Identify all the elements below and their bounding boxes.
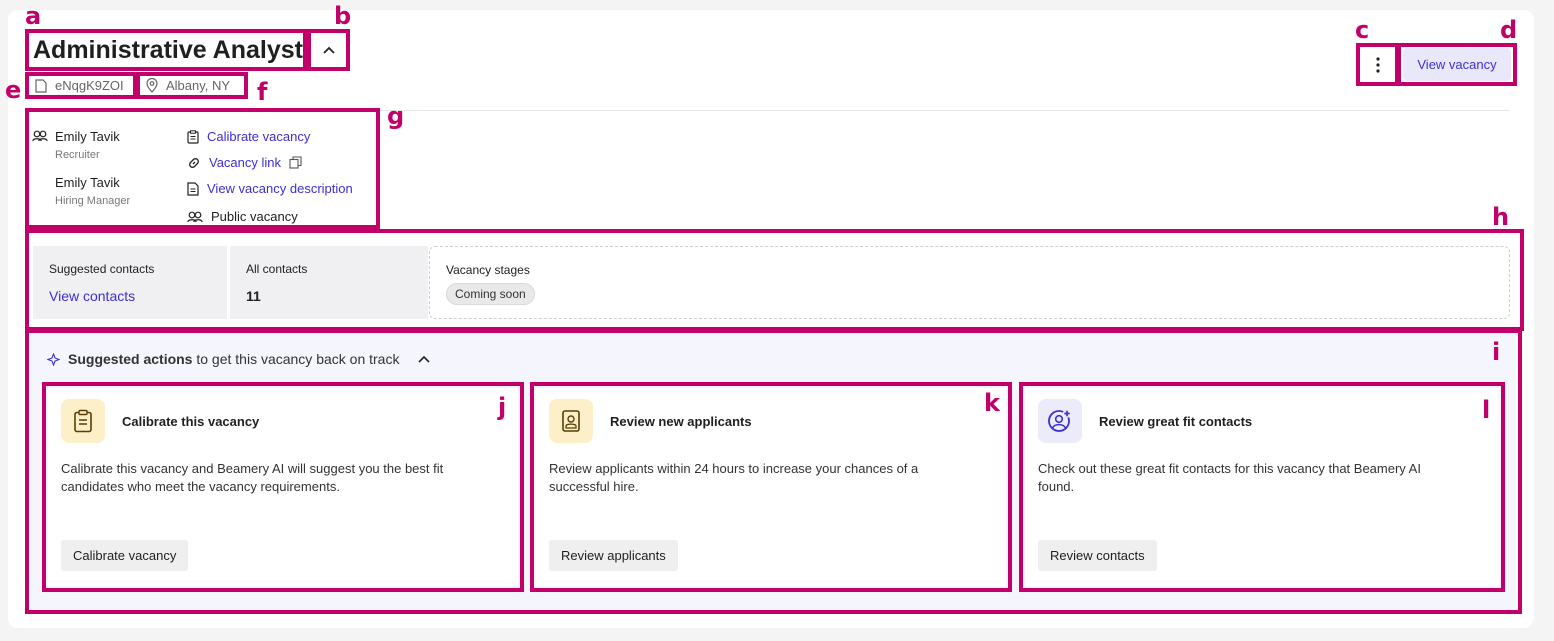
suggested-contacts-label: Suggested contacts <box>49 262 155 276</box>
annotation-label-c: c <box>1355 16 1370 44</box>
applicant-badge-icon <box>549 399 593 443</box>
all-contacts-label: All contacts <box>246 262 308 276</box>
document-icon <box>35 78 47 93</box>
vacancy-stats: Suggested contacts View contacts All con… <box>25 229 1524 331</box>
card-title: Review new applicants <box>610 414 752 429</box>
card-title: Review great fit contacts <box>1099 414 1253 429</box>
hiring-manager: Emily Tavik Hiring Manager <box>55 175 130 207</box>
view-vacancy-button[interactable]: View vacancy <box>1403 48 1511 81</box>
review-contacts-card: Review great fit contacts Check out thes… <box>1019 382 1505 592</box>
clipboard-icon <box>61 399 105 443</box>
card-title: Calibrate this vacancy <box>122 414 260 429</box>
card-description: Check out these great fit contacts for t… <box>1038 461 1421 494</box>
review-contacts-button[interactable]: Review contacts <box>1038 540 1157 571</box>
calibrate-vacancy-label[interactable]: Calibrate vacancy <box>207 129 310 144</box>
location-text: Albany, NY <box>166 78 231 93</box>
location-chip: Albany, NY <box>136 72 248 99</box>
annotation-label-e: e <box>5 76 22 104</box>
annotation-label-i: i <box>1492 338 1501 366</box>
calibrate-vacancy-button[interactable]: Calibrate vacancy <box>61 540 189 571</box>
coming-soon-badge: Coming soon <box>446 283 535 305</box>
vacancy-id-chip: eNqgK9ZOI <box>25 72 137 99</box>
annotation-label-l: l <box>1482 396 1491 424</box>
collapse-button[interactable] <box>307 29 350 71</box>
public-vacancy-label: Public vacancy <box>211 209 298 224</box>
annotation-label-j: j <box>498 393 507 421</box>
suggested-contacts-stat: Suggested contacts View contacts <box>33 246 227 319</box>
hiring-manager-role: Hiring Manager <box>55 195 131 207</box>
link-icon <box>189 157 199 168</box>
review-applicants-card: Review new applicants Review applicants … <box>530 382 1012 592</box>
vacancy-id: eNqgK9ZOI <box>55 78 124 93</box>
more-options-button[interactable] <box>1356 43 1399 86</box>
card-description: Calibrate this vacancy and Beamery AI wi… <box>61 461 444 494</box>
annotation-label-f: f <box>257 78 268 106</box>
vacancy-link-label[interactable]: Vacancy link <box>209 155 281 170</box>
view-contacts-link[interactable]: View contacts <box>49 288 211 304</box>
hiring-manager-name: Emily Tavik <box>55 175 120 190</box>
annotation-label-g: g <box>387 102 405 130</box>
chevron-up-icon <box>322 46 335 54</box>
annotation-label-d: d <box>1500 16 1518 44</box>
calibrate-vacancy-link[interactable]: Calibrate vacancy <box>187 129 310 144</box>
view-vacancy-wrapper: View vacancy <box>1397 43 1517 86</box>
suggested-actions-subtitle: to get this vacancy back on track <box>196 351 400 367</box>
location-pin-icon <box>146 78 158 93</box>
annotation-label-a: a <box>25 2 42 30</box>
user-add-icon <box>1038 399 1082 443</box>
vacancy-stages-stat: Vacancy stages Coming soon <box>429 246 1510 319</box>
vacancy-details: Emily Tavik Recruiter Emily Tavik Hiring… <box>25 108 380 229</box>
vacancy-title: Administrative Analyst <box>25 29 307 71</box>
people-icon <box>187 211 203 222</box>
public-vacancy: Public vacancy <box>187 209 298 224</box>
suggested-actions-header: Suggested actions to get this vacancy ba… <box>47 351 431 367</box>
sparkle-icon <box>47 352 60 366</box>
annotation-label-b: b <box>334 2 352 30</box>
document-text-icon <box>187 181 199 196</box>
clipboard-icon <box>187 129 199 144</box>
annotation-label-h: h <box>1492 203 1510 231</box>
vacancy-stages-label: Vacancy stages <box>446 263 530 277</box>
card-description: Review applicants within 24 hours to inc… <box>549 461 919 494</box>
recruiter-role: Recruiter <box>55 149 100 161</box>
recruiter-name: Emily Tavik <box>55 129 120 144</box>
view-vacancy-description-link[interactable]: View vacancy description <box>187 181 353 196</box>
vacancy-link[interactable]: Vacancy link <box>187 155 302 170</box>
people-icon <box>32 130 48 142</box>
view-vacancy-description-label[interactable]: View vacancy description <box>207 181 353 196</box>
copy-icon[interactable] <box>289 156 302 169</box>
suggested-actions-title: Suggested actions <box>68 351 193 367</box>
review-applicants-button[interactable]: Review applicants <box>549 540 678 571</box>
all-contacts-count: 11 <box>246 288 261 304</box>
kebab-menu-icon <box>1375 56 1380 73</box>
annotation-label-k: k <box>984 389 1000 417</box>
recruiter: Emily Tavik Recruiter <box>55 129 120 161</box>
calibrate-vacancy-card: Calibrate this vacancy Calibrate this va… <box>42 382 524 592</box>
all-contacts-stat: All contacts 11 <box>230 246 428 319</box>
chevron-up-icon[interactable] <box>417 354 431 364</box>
